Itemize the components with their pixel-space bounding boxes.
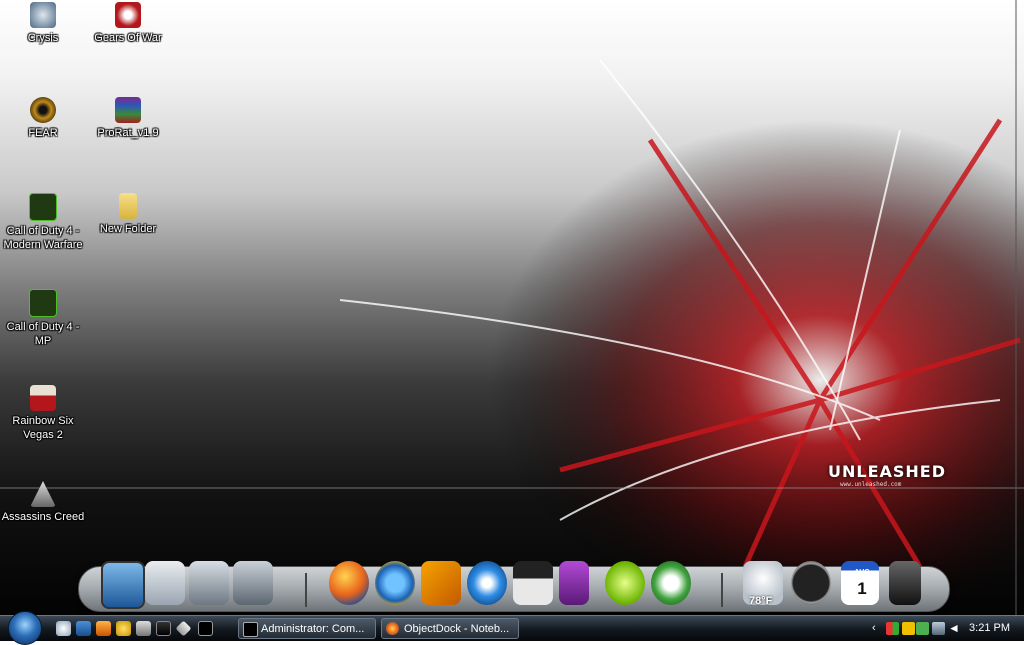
taskbar-button-objectdock-notebook[interactable]: ObjectDock - Noteb... xyxy=(381,618,519,639)
wallpaper-logo: UNLEASHED xyxy=(828,462,947,481)
call-of-duty-icon xyxy=(29,193,57,221)
desktop-icon-new-folder[interactable]: New Folder xyxy=(85,193,171,236)
desktop-icon-rainbow-six[interactable]: Rainbow Six Vegas 2 xyxy=(0,385,86,442)
winrar-archive-icon xyxy=(115,97,141,123)
quick-launch-app-icon[interactable] xyxy=(116,621,131,636)
crysis-icon xyxy=(30,2,56,28)
utorrent-icon[interactable] xyxy=(651,561,691,605)
system-tray: ‹ ◄ 3:21 PM xyxy=(870,616,1024,641)
desktop-icon-cod4-mw[interactable]: Call of Duty 4 - Modern Warfare xyxy=(0,193,86,252)
clock-icon[interactable] xyxy=(791,561,831,605)
taskbar: Administrator: Com... ObjectDock - Noteb… xyxy=(0,611,1024,645)
weather-temperature: 78°F xyxy=(749,595,773,607)
desktop-icon-label: ProRat_v1.9 xyxy=(97,127,159,139)
desktop-icon-label: New Folder xyxy=(99,223,157,235)
fear-icon xyxy=(30,97,56,123)
assassins-creed-icon xyxy=(30,481,56,507)
command-prompt-icon xyxy=(243,622,258,637)
desktop-icon-assassins-creed[interactable]: Assassins Creed xyxy=(0,481,86,524)
desktop-icon-label: Call of Duty 4 - Modern Warfare xyxy=(3,225,83,251)
quick-launch-app-icon[interactable] xyxy=(156,621,171,636)
documents-icon[interactable] xyxy=(145,561,185,605)
tray-app-icon[interactable] xyxy=(902,622,915,635)
quick-launch-app-icon[interactable] xyxy=(175,620,192,637)
ipod-icon[interactable] xyxy=(559,561,589,605)
dock-separator xyxy=(721,573,723,607)
calendar-day: 1 xyxy=(857,579,867,598)
dock-separator xyxy=(305,573,307,607)
limewire-icon[interactable] xyxy=(605,561,645,605)
desktop-icon-gears-of-war[interactable]: Gears Of War xyxy=(85,2,171,45)
folder-icon xyxy=(119,193,137,219)
desktop-icon-crysis[interactable]: Crysis xyxy=(0,2,86,45)
desktop-icon-label: Assassins Creed xyxy=(1,511,85,523)
tray-app-icon[interactable] xyxy=(916,622,929,635)
taskbar-clock[interactable]: 3:21 PM xyxy=(969,616,1010,641)
taskbar-button-label: Administrator: Com... xyxy=(261,623,365,635)
desktop-icon-cod4-mp[interactable]: Call of Duty 4 - MP xyxy=(0,289,86,348)
tray-expand-chevron-icon[interactable]: ‹ xyxy=(872,622,885,635)
desktop-icon[interactable] xyxy=(101,561,145,609)
desktop-icon-label: FEAR xyxy=(28,127,58,139)
desktop-icon-prorat[interactable]: ProRat_v1.9 xyxy=(85,97,171,140)
desktop-icon-label: Call of Duty 4 - MP xyxy=(6,321,80,347)
quick-launch-app-icon[interactable] xyxy=(96,621,111,636)
command-prompt-icon[interactable] xyxy=(198,621,213,636)
winamp-icon[interactable] xyxy=(421,561,461,605)
pictures-icon[interactable] xyxy=(189,561,229,605)
tray-app-icon[interactable] xyxy=(886,622,899,635)
taskbar-button-command-prompt[interactable]: Administrator: Com... xyxy=(238,618,376,639)
quick-launch-app-icon[interactable] xyxy=(136,621,151,636)
volume-icon[interactable]: ◄ xyxy=(948,622,961,635)
show-desktop-icon[interactable] xyxy=(56,621,71,636)
desktop-icon-label: Gears Of War xyxy=(94,32,162,44)
music-icon[interactable] xyxy=(233,561,273,605)
desktop-icon-fear[interactable]: FEAR xyxy=(0,97,86,140)
network-icon[interactable] xyxy=(932,622,945,635)
firefox-icon[interactable] xyxy=(329,561,369,605)
gears-of-war-icon xyxy=(115,2,141,28)
call-of-duty-icon xyxy=(29,289,57,317)
calendar-month: AUG xyxy=(854,569,870,576)
desktop-icon-label: Crysis xyxy=(27,32,59,44)
rainbow-six-icon xyxy=(30,385,56,411)
media-player-classic-icon[interactable] xyxy=(513,561,553,605)
windows-media-player-icon[interactable] xyxy=(467,561,507,605)
recycle-bin-icon[interactable] xyxy=(889,561,921,605)
internet-explorer-icon[interactable] xyxy=(375,561,415,605)
wallpaper-subtext: www.unleashed.com xyxy=(840,481,902,488)
desktop-wallpaper xyxy=(0,0,1024,615)
taskbar-button-label: ObjectDock - Noteb... xyxy=(404,623,510,635)
desktop-icon-label: Rainbow Six Vegas 2 xyxy=(12,415,74,441)
switch-windows-icon[interactable] xyxy=(76,621,91,636)
object-dock: 78°F AUG 1 xyxy=(78,561,950,612)
firefox-icon xyxy=(386,622,399,635)
